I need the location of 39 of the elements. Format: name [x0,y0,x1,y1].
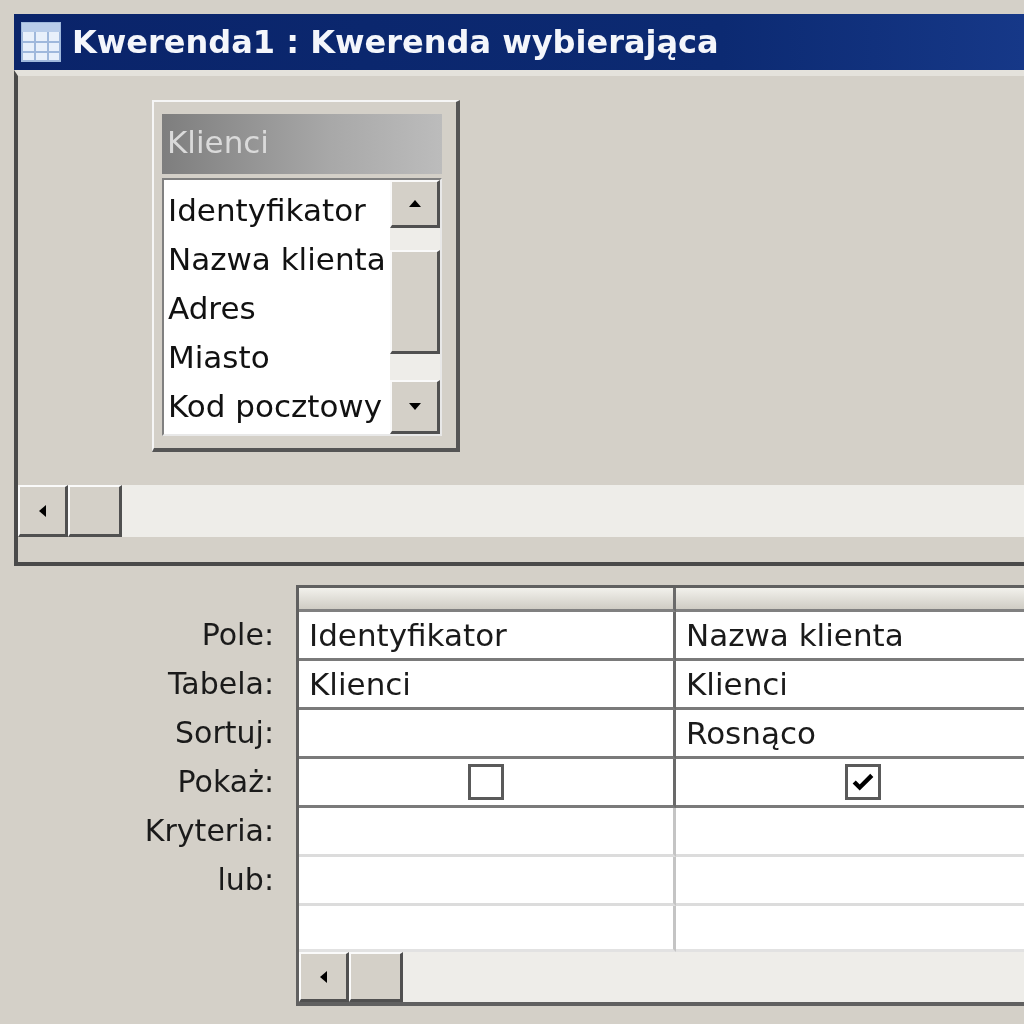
grid-cell[interactable] [299,906,676,952]
up-arrow-icon [408,200,421,207]
scroll-left-button[interactable] [299,952,349,1002]
scrollbar-track[interactable] [390,180,440,434]
column-selector[interactable] [299,588,676,612]
row-label: Pokaż: [177,763,274,801]
scroll-thumb[interactable] [390,250,440,354]
scroll-thumb[interactable] [349,952,403,1002]
scroll-up-button[interactable] [390,180,440,228]
grid-cell[interactable]: Klienci [299,661,676,710]
scroll-left-button[interactable] [18,485,68,537]
grid-cell[interactable] [299,808,676,857]
down-arrow-icon [408,403,421,410]
window-title: Kwerenda1 : Kwerenda wybierająca [72,23,719,61]
field-list-window[interactable]: Klienci Identyfikator Nazwa klienta Adres Miasto Kod pocztowy [152,100,460,452]
row-label: Sortuj: [175,714,274,752]
datasheet-icon [21,22,61,62]
row-label: Tabela: [167,665,274,703]
row-label: Kryteria: [144,812,274,850]
field-list-item[interactable]: Identyfikator [168,186,390,235]
scrollbar-track[interactable] [18,485,1024,537]
show-checkbox[interactable] [468,764,504,800]
field-list-item[interactable]: Nazwa klienta [168,235,390,284]
row-label: lub: [217,861,274,899]
scrollbar-track[interactable] [299,952,1024,1002]
grid-cell[interactable] [299,710,676,759]
left-arrow-icon [320,970,327,983]
check-icon [852,773,874,791]
grid-cell[interactable]: Identyfikator [299,612,676,661]
field-list-item[interactable]: Miasto [168,333,390,382]
field-list-item[interactable]: Kod pocztowy [168,382,390,431]
field-list-item[interactable]: Adres [168,284,390,333]
scroll-thumb[interactable] [68,485,122,537]
left-arrow-icon [39,504,46,517]
row-label: Pole: [201,616,274,654]
column-selector[interactable] [676,588,1024,612]
scroll-down-button[interactable] [390,380,440,434]
show-checkbox[interactable] [845,764,881,800]
grid-cell[interactable] [299,857,676,906]
